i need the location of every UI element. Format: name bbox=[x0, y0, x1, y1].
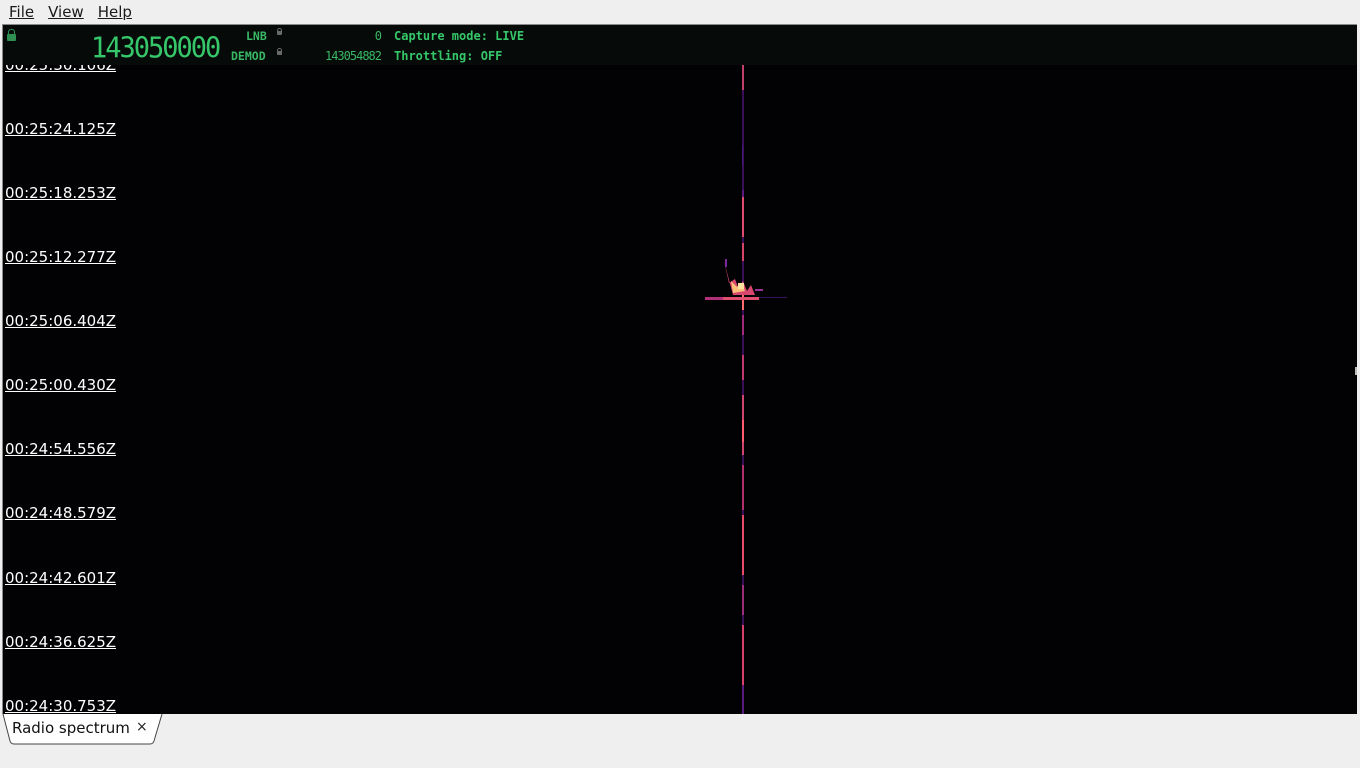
timestamp-label: 00:24:48.579Z bbox=[5, 504, 117, 522]
timestamp-label: 00:25:12.277Z bbox=[5, 248, 117, 266]
lock-icon[interactable] bbox=[7, 29, 16, 41]
tab-radio-spectrum[interactable]: Radio spectrum × bbox=[2, 714, 163, 745]
timestamp-label: 00:24:54.556Z bbox=[5, 440, 117, 458]
lnb-frequency-value[interactable]: 0 bbox=[303, 29, 382, 43]
lnb-lock-icon[interactable] bbox=[277, 28, 282, 35]
close-icon[interactable]: × bbox=[136, 719, 148, 735]
menu-file[interactable]: File bbox=[0, 1, 39, 23]
timestamp-label: 00:25:00.430Z bbox=[5, 376, 117, 394]
demod-frequency-value[interactable]: 143054882 bbox=[303, 49, 382, 63]
timestamp-label: 00:25:24.125Z bbox=[5, 120, 117, 138]
scroll-handle-mark[interactable] bbox=[1355, 367, 1357, 375]
tab-bar: Radio spectrum × bbox=[0, 714, 1360, 768]
main-frequency-display[interactable]: 143050000 bbox=[91, 32, 221, 65]
menu-help[interactable]: Help bbox=[89, 1, 137, 23]
timestamp-label: 00:25:06.404Z bbox=[5, 312, 117, 330]
timestamp-label: 00:25:18.253Z bbox=[5, 184, 117, 202]
timestamp-label: 00:24:36.625Z bbox=[5, 633, 117, 651]
demod-label: DEMOD bbox=[231, 49, 266, 63]
timestamp-label: 00:24:30.753Z bbox=[5, 697, 117, 715]
menu-view[interactable]: View bbox=[39, 1, 89, 23]
waterfall-display[interactable]: 00:25:30.106Z 00:25:24.125Z 00:25:18.253Z 0… bbox=[3, 25, 1357, 714]
demod-lock-icon[interactable] bbox=[277, 48, 282, 55]
menubar: File View Help bbox=[0, 0, 1360, 23]
capture-mode-status: Capture mode: LIVE bbox=[394, 29, 525, 43]
frequency-header: 143050000 LNB 0 DEMOD 143054882 Capture … bbox=[3, 25, 1357, 65]
throttling-status: Throttling: OFF bbox=[394, 49, 503, 63]
lnb-label: LNB bbox=[246, 29, 267, 43]
radio-spectrum-panel: 00:25:30.106Z 00:25:24.125Z 00:25:18.253Z 0… bbox=[2, 24, 1357, 715]
signal-carrier-trace bbox=[742, 65, 744, 714]
tab-label: Radio spectrum bbox=[12, 719, 130, 737]
waterfall-canvas bbox=[3, 25, 1357, 714]
timestamp-label: 00:24:42.601Z bbox=[5, 569, 117, 587]
